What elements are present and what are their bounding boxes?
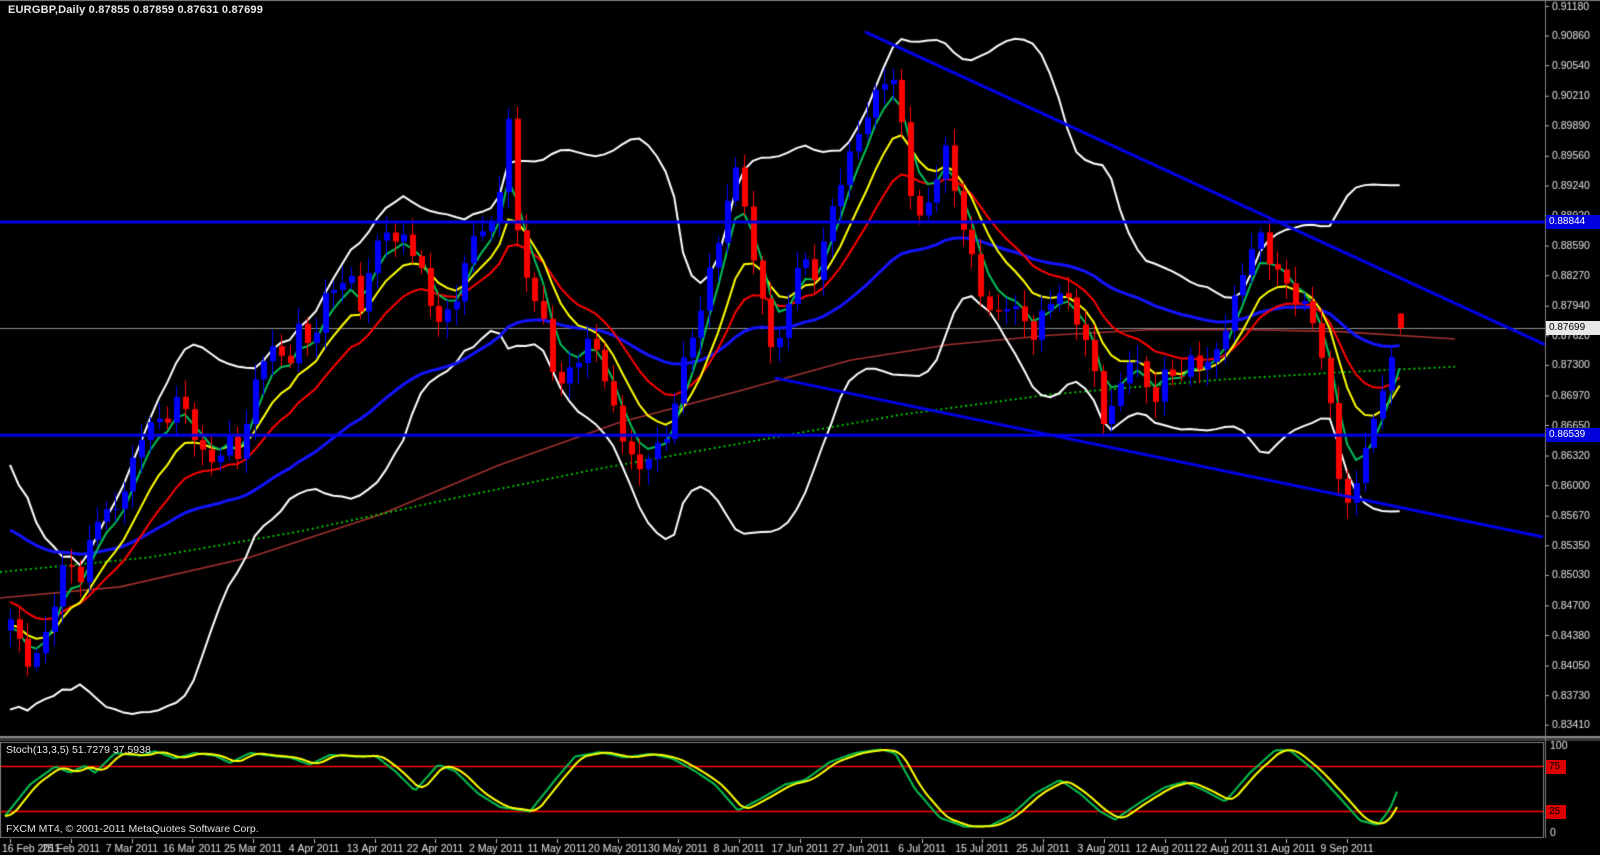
chart-window: EURGBP,Daily 0.87855 0.87859 0.87631 0.8… <box>0 0 1600 855</box>
price-chart-canvas[interactable] <box>0 0 1600 855</box>
